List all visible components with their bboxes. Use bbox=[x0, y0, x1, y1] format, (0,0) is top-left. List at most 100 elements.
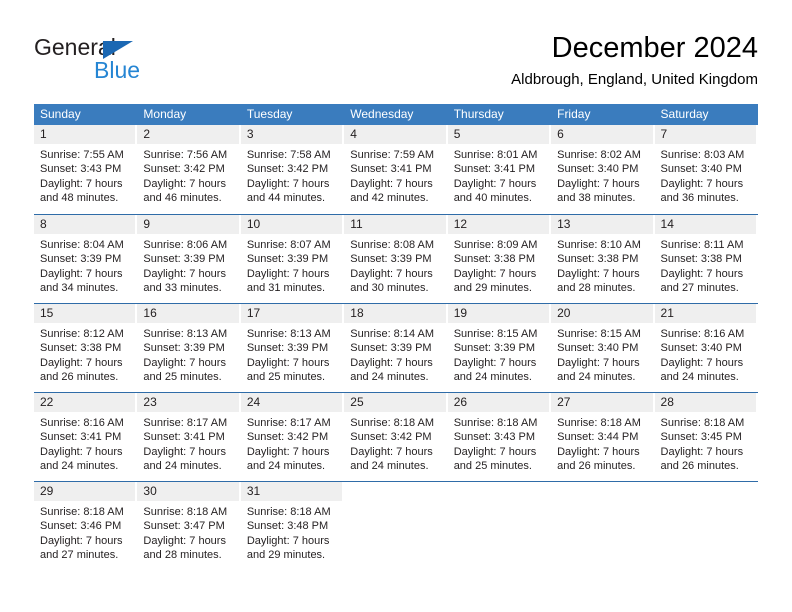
day-number-band: 12 bbox=[447, 215, 550, 234]
calendar-day-cell[interactable]: 17 Sunrise: 8:13 AM Sunset: 3:39 PM Dayligh… bbox=[240, 304, 344, 392]
daylight-text-line1: Daylight: 7 hours bbox=[246, 534, 330, 547]
day-sun-info: Sunrise: 8:06 AM Sunset: 3:39 PM Daylight:… bbox=[137, 234, 238, 296]
day-sun-info: Sunrise: 8:08 AM Sunset: 3:39 PM Daylight:… bbox=[344, 234, 445, 296]
calendar-day-cell[interactable]: 6 Sunrise: 8:02 AM Sunset: 3:40 PM Daylight… bbox=[551, 125, 654, 214]
calendar-table: Sunday Monday Tuesday Wednesday Thursday Frid… bbox=[34, 104, 758, 570]
calendar-day-cell[interactable]: 27 Sunrise: 8:18 AM Sunset: 3:44 PM Dayligh… bbox=[551, 393, 654, 481]
day-number-band: 20 bbox=[551, 304, 653, 323]
calendar-day-cell[interactable]: 12 Sunrise: 8:09 AM Sunset: 3:38 PM Dayligh… bbox=[447, 215, 551, 303]
weekday-header-wednesday: Wednesday bbox=[350, 107, 414, 121]
day-sun-info: Sunrise: 8:18 AM Sunset: 3:43 PM Daylight:… bbox=[448, 412, 549, 474]
day-number-band: 18 bbox=[344, 304, 446, 323]
day-number: 3 bbox=[246, 127, 254, 141]
calendar-day-cell[interactable]: 19 Sunrise: 8:15 AM Sunset: 3:39 PM Dayligh… bbox=[447, 304, 551, 392]
sunrise-text: Sunrise: 8:02 AM bbox=[557, 149, 641, 161]
calendar-day-cell[interactable]: 20 Sunrise: 8:15 AM Sunset: 3:40 PM Dayligh… bbox=[551, 304, 654, 392]
daylight-text-line2: and 26 minutes. bbox=[40, 371, 119, 384]
calendar-day-cell[interactable]: 9 Sunrise: 8:06 AM Sunset: 3:39 PM Daylight… bbox=[137, 215, 240, 303]
daylight-text-line2: and 25 minutes. bbox=[143, 371, 222, 384]
daylight-text-line1: Daylight: 7 hours bbox=[143, 445, 226, 458]
daylight-text-line1: Daylight: 7 hours bbox=[40, 267, 123, 280]
calendar-day-cell[interactable]: 28 Sunrise: 8:18 AM Sunset: 3:45 PM Dayligh… bbox=[654, 393, 758, 481]
calendar-day-cell[interactable]: 21 Sunrise: 8:16 AM Sunset: 3:40 PM Dayligh… bbox=[654, 304, 758, 392]
calendar-day-cell[interactable]: 7 Sunrise: 8:03 AM Sunset: 3:40 PM Daylight… bbox=[654, 125, 758, 214]
calendar-day-cell-empty bbox=[344, 482, 447, 570]
day-number: 9 bbox=[143, 217, 151, 231]
sunrise-text: Sunrise: 8:18 AM bbox=[143, 506, 228, 518]
day-number-band: 25 bbox=[344, 393, 446, 412]
sunset-text: Sunset: 3:43 PM bbox=[40, 163, 122, 176]
calendar-day-cell[interactable]: 23 Sunrise: 8:17 AM Sunset: 3:41 PM Dayligh… bbox=[137, 393, 240, 481]
sunset-text: Sunset: 3:41 PM bbox=[40, 431, 122, 444]
calendar-day-cell[interactable]: 31 Sunrise: 8:18 AM Sunset: 3:48 PM Dayligh… bbox=[240, 482, 344, 570]
daylight-text-line1: Daylight: 7 hours bbox=[40, 177, 123, 190]
calendar-day-cell[interactable]: 3 Sunrise: 7:58 AM Sunset: 3:42 PM Daylight… bbox=[240, 125, 344, 214]
daylight-text-line1: Daylight: 7 hours bbox=[557, 445, 640, 458]
day-sun-info: Sunrise: 8:18 AM Sunset: 3:48 PM Daylight:… bbox=[241, 501, 342, 563]
calendar-day-cell-empty bbox=[655, 482, 758, 570]
calendar-day-cell[interactable]: 15 Sunrise: 8:12 AM Sunset: 3:38 PM Dayligh… bbox=[34, 304, 137, 392]
calendar-day-cell[interactable]: 14 Sunrise: 8:11 AM Sunset: 3:38 PM Dayligh… bbox=[654, 215, 758, 303]
calendar-day-cell[interactable]: 25 Sunrise: 8:18 AM Sunset: 3:42 PM Dayligh… bbox=[344, 393, 447, 481]
sunset-text: Sunset: 3:42 PM bbox=[350, 431, 432, 444]
daylight-text-line2: and 29 minutes. bbox=[453, 282, 532, 295]
sunrise-text: Sunrise: 7:56 AM bbox=[143, 149, 228, 161]
calendar-day-cell[interactable]: 13 Sunrise: 8:10 AM Sunset: 3:38 PM Dayligh… bbox=[551, 215, 654, 303]
calendar-day-cell[interactable]: 18 Sunrise: 8:14 AM Sunset: 3:39 PM Dayligh… bbox=[344, 304, 447, 392]
day-number-band: 17 bbox=[240, 304, 343, 323]
day-number-band bbox=[655, 482, 756, 501]
sunrise-text: Sunrise: 8:13 AM bbox=[143, 328, 228, 340]
calendar-day-cell[interactable]: 30 Sunrise: 8:18 AM Sunset: 3:47 PM Dayligh… bbox=[137, 482, 240, 570]
day-number-band: 4 bbox=[344, 125, 446, 144]
calendar-day-cell[interactable]: 5 Sunrise: 8:01 AM Sunset: 3:41 PM Daylight… bbox=[447, 125, 551, 214]
day-number: 19 bbox=[453, 306, 468, 320]
calendar-week-row: 8 Sunrise: 8:04 AM Sunset: 3:39 PM Daylight… bbox=[34, 214, 758, 303]
sunset-text: Sunset: 3:41 PM bbox=[350, 163, 432, 176]
day-number-band: 22 bbox=[34, 393, 136, 412]
day-sun-info: Sunrise: 7:55 AM Sunset: 3:43 PM Daylight:… bbox=[34, 144, 135, 206]
day-sun-info: Sunrise: 7:56 AM Sunset: 3:42 PM Daylight:… bbox=[137, 144, 238, 206]
day-number-band: 11 bbox=[344, 215, 446, 234]
calendar-day-cell[interactable]: 8 Sunrise: 8:04 AM Sunset: 3:39 PM Daylight… bbox=[34, 215, 137, 303]
daylight-text-line2: and 28 minutes. bbox=[557, 282, 636, 295]
daylight-text-line2: and 24 minutes. bbox=[557, 371, 636, 384]
calendar-day-cell[interactable]: 2 Sunrise: 7:56 AM Sunset: 3:42 PM Daylight… bbox=[137, 125, 240, 214]
day-number-band: 5 bbox=[447, 125, 550, 144]
weekday-header-row: Sunday Monday Tuesday Wednesday Thursday Frid… bbox=[34, 104, 758, 125]
page-header: General Blue December 2024 Aldbrough, En… bbox=[34, 30, 758, 96]
calendar-day-cell[interactable]: 11 Sunrise: 8:08 AM Sunset: 3:39 PM Dayligh… bbox=[344, 215, 447, 303]
calendar-day-cell-empty bbox=[448, 482, 551, 570]
calendar-day-cell[interactable]: 16 Sunrise: 8:13 AM Sunset: 3:39 PM Dayligh… bbox=[137, 304, 240, 392]
calendar-day-cell[interactable]: 22 Sunrise: 8:16 AM Sunset: 3:41 PM Dayligh… bbox=[34, 393, 137, 481]
daylight-text-line2: and 25 minutes. bbox=[453, 460, 532, 473]
weekday-header-monday: Monday bbox=[143, 107, 187, 121]
day-sun-info: Sunrise: 8:12 AM Sunset: 3:38 PM Daylight:… bbox=[34, 323, 135, 385]
calendar-day-cell[interactable]: 1 Sunrise: 7:55 AM Sunset: 3:43 PM Daylight… bbox=[34, 125, 137, 214]
daylight-text-line2: and 36 minutes. bbox=[660, 192, 739, 205]
day-sun-info: Sunrise: 8:04 AM Sunset: 3:39 PM Daylight:… bbox=[34, 234, 135, 296]
day-number-band: 19 bbox=[447, 304, 550, 323]
daylight-text-line2: and 40 minutes. bbox=[453, 192, 532, 205]
calendar-day-cell[interactable]: 10 Sunrise: 8:07 AM Sunset: 3:39 PM Dayligh… bbox=[240, 215, 344, 303]
sunset-text: Sunset: 3:46 PM bbox=[40, 520, 122, 533]
daylight-text-line2: and 24 minutes. bbox=[40, 460, 119, 473]
daylight-text-line1: Daylight: 7 hours bbox=[40, 445, 123, 458]
sunset-text: Sunset: 3:48 PM bbox=[246, 520, 329, 533]
day-number: 10 bbox=[246, 217, 261, 231]
calendar-day-cell[interactable]: 24 Sunrise: 8:17 AM Sunset: 3:42 PM Dayligh… bbox=[240, 393, 344, 481]
daylight-text-line1: Daylight: 7 hours bbox=[453, 177, 537, 190]
daylight-text-line1: Daylight: 7 hours bbox=[143, 177, 226, 190]
day-number-band: 14 bbox=[654, 215, 756, 234]
calendar-day-cell[interactable]: 26 Sunrise: 8:18 AM Sunset: 3:43 PM Dayligh… bbox=[447, 393, 551, 481]
day-number-band: 23 bbox=[137, 393, 239, 412]
daylight-text-line1: Daylight: 7 hours bbox=[246, 356, 330, 369]
calendar-day-cell[interactable]: 29 Sunrise: 8:18 AM Sunset: 3:46 PM Dayligh… bbox=[34, 482, 137, 570]
calendar-day-cell[interactable]: 4 Sunrise: 7:59 AM Sunset: 3:41 PM Daylight… bbox=[344, 125, 447, 214]
day-sun-info: Sunrise: 8:18 AM Sunset: 3:45 PM Daylight:… bbox=[655, 412, 756, 474]
day-sun-info: Sunrise: 8:18 AM Sunset: 3:47 PM Daylight:… bbox=[137, 501, 238, 563]
day-number: 11 bbox=[350, 217, 363, 231]
sunset-text: Sunset: 3:40 PM bbox=[660, 342, 742, 355]
sunrise-text: Sunrise: 8:18 AM bbox=[557, 417, 641, 429]
day-sun-info: Sunrise: 8:18 AM Sunset: 3:42 PM Daylight:… bbox=[344, 412, 445, 474]
general-blue-logo[interactable]: General Blue bbox=[34, 34, 234, 90]
